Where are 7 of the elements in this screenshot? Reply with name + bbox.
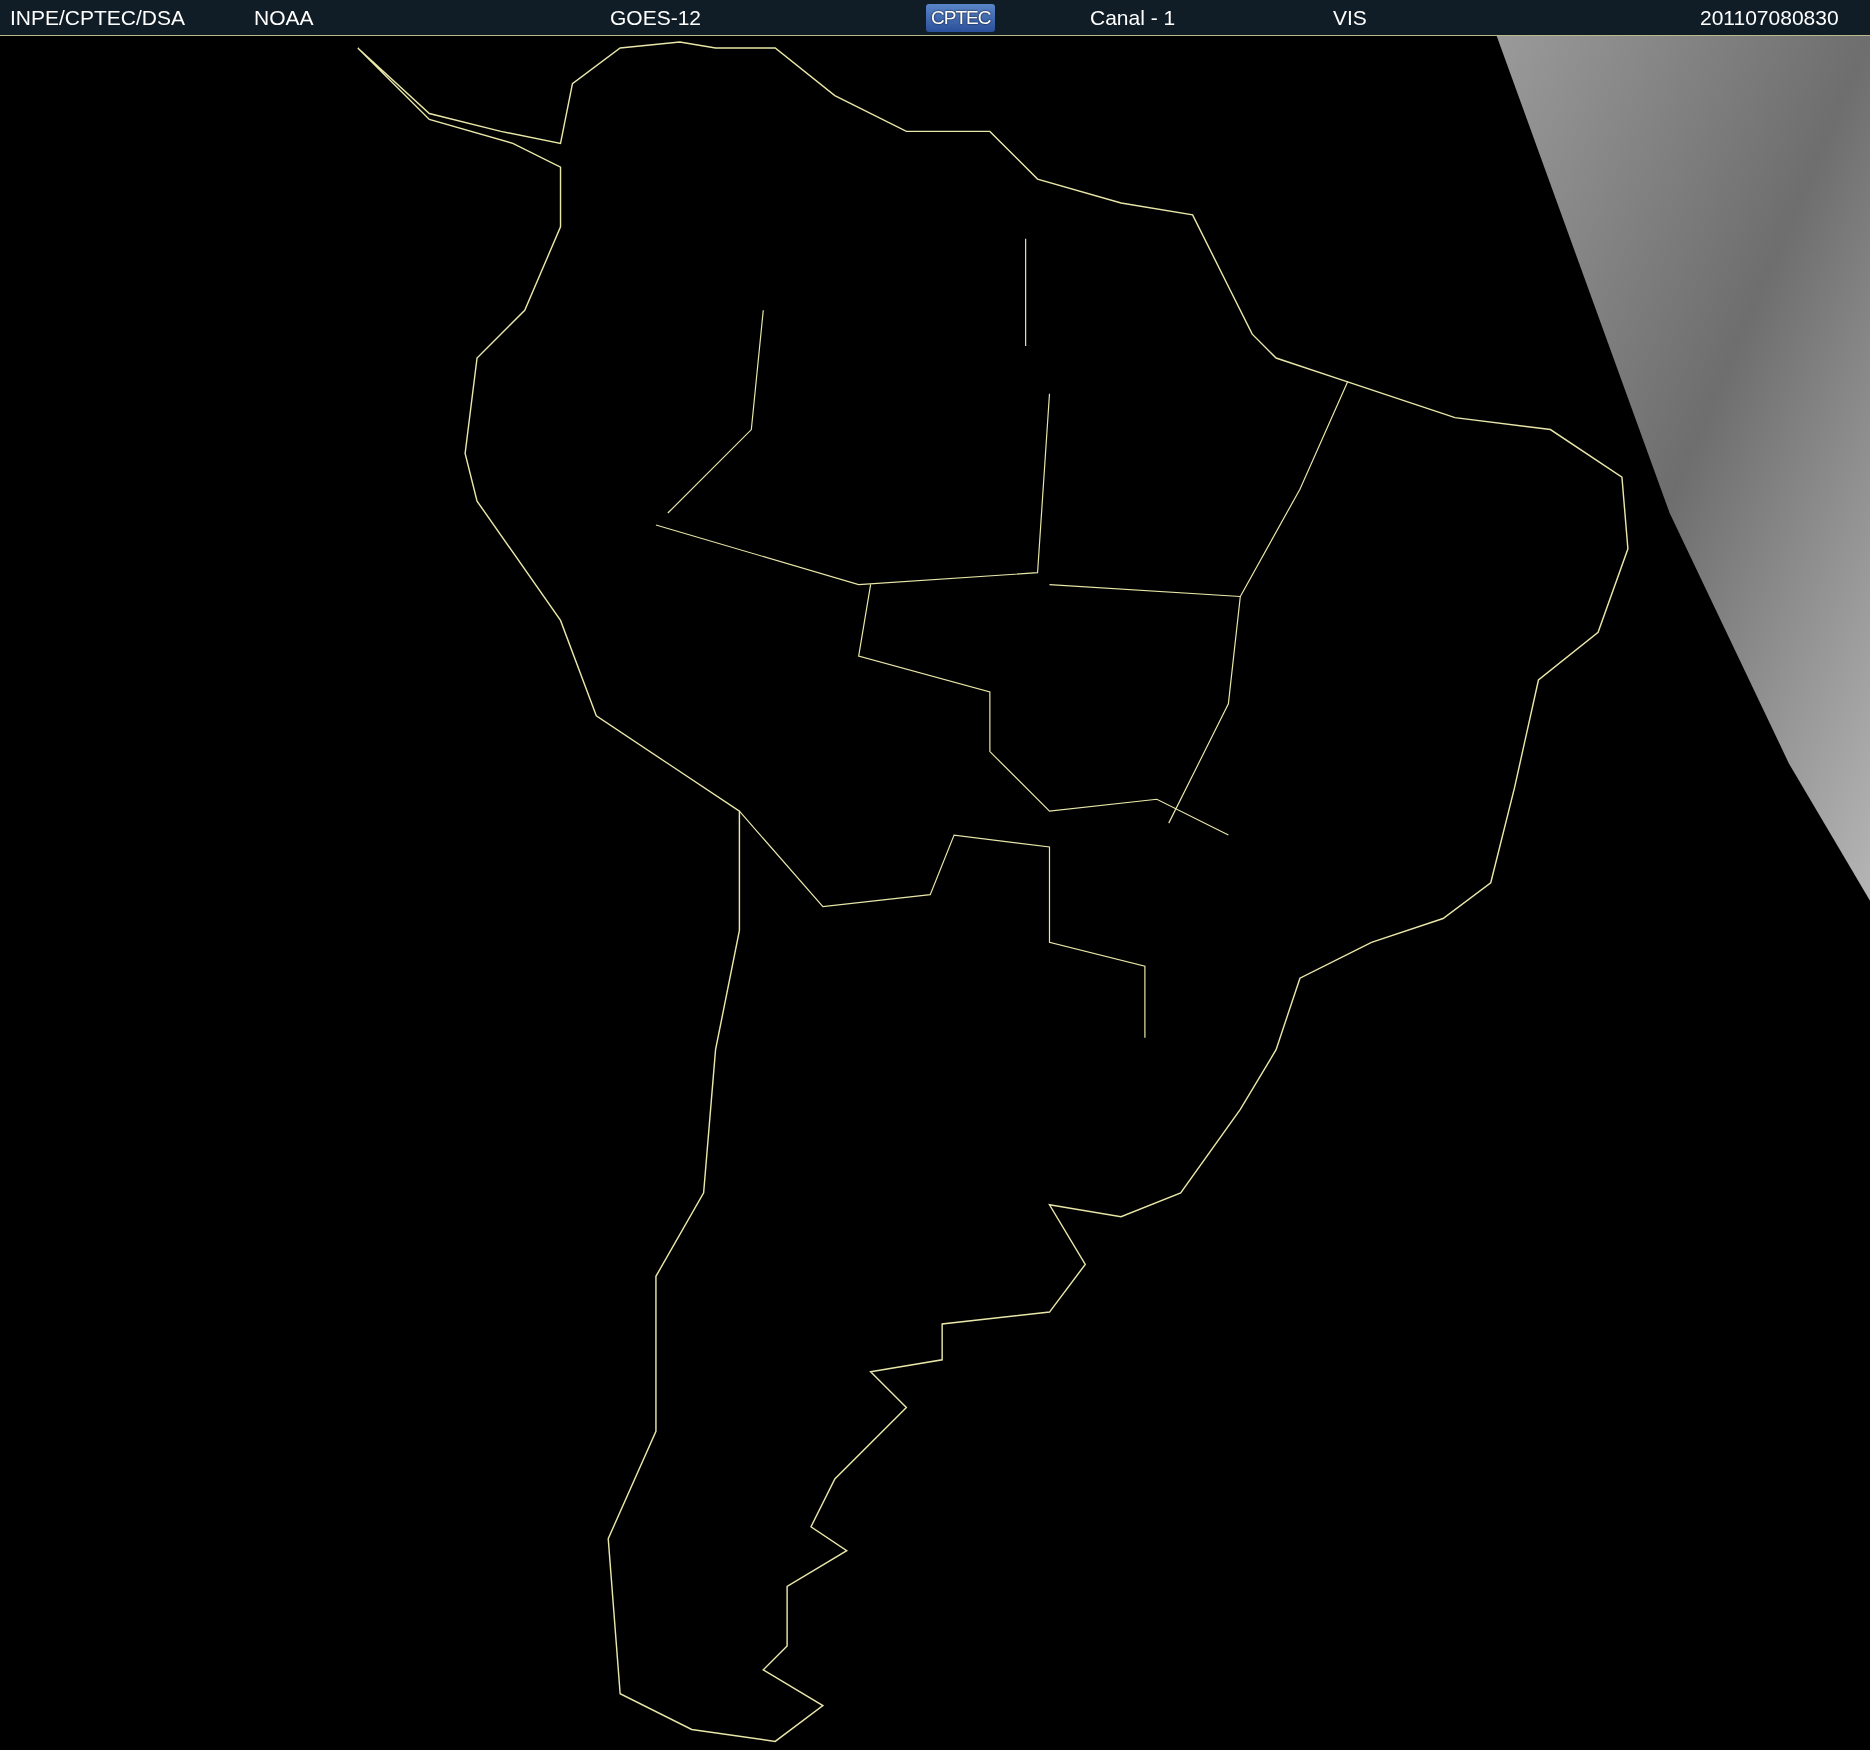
header-label: VIS [1333, 5, 1367, 30]
header-label: Canal - 1 [1090, 5, 1176, 30]
header-label: 201107080830 [1700, 5, 1839, 30]
header-label: INPE/CPTEC/DSA [10, 5, 186, 30]
header-label: NOAA [254, 5, 314, 30]
header-label: GOES-12 [610, 5, 702, 30]
logo-badge: CPTEC [926, 3, 996, 32]
